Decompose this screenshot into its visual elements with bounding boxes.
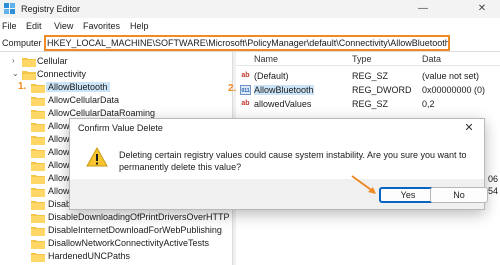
folder-icon [31,97,45,106]
tree-item-label: DisableInternetDownloadForWebPublishing [48,225,222,235]
chevron-down-icon[interactable]: ⌄ [12,69,19,78]
clipped-value-data: 06 [488,174,499,184]
close-button[interactable]: ✕ [467,0,497,18]
value-data: (value not set) [422,71,480,81]
clipped-value-data: 54 [488,186,499,196]
value-row-default[interactable]: ab (Default) REG_SZ (value not set) [236,70,500,83]
column-header-name[interactable]: Name [254,54,278,64]
value-data: 0,2 [422,99,435,109]
menu-edit[interactable]: Edit [26,21,42,31]
folder-icon [31,253,45,262]
string-value-icon: ab [241,100,250,107]
folder-icon [31,214,45,223]
value-type: REG_SZ [352,71,389,81]
tree-item-label: Cellular [37,56,68,66]
menu-file[interactable]: File [2,21,17,31]
tree-item-label: AllowCellularDataRoaming [48,108,156,118]
registry-editor-app-icon [4,3,15,14]
column-header-type[interactable]: Type [352,54,372,64]
tree-item-cellular[interactable]: › Cellular [0,55,232,68]
address-bar: Computer HKEY_LOCAL_MACHINE\SOFTWARE\Mic… [0,34,500,52]
menu-bar: File Edit View Favorites Help [0,18,500,34]
folder-icon [31,188,45,197]
tree-item[interactable]: HardenedUNCPaths [0,250,232,263]
folder-icon [31,201,45,210]
folder-icon [31,84,45,93]
dword-value-icon: 011 [240,85,251,95]
dialog-close-button[interactable]: ✕ [456,120,482,136]
tree-item[interactable]: DisableDownloadingOfPrintDriversOverHTTP [0,211,232,224]
folder-icon [31,149,45,158]
title-bar: Registry Editor — ✕ [0,0,500,18]
folder-icon [31,123,45,132]
menu-favorites[interactable]: Favorites [83,21,120,31]
tree-item-allowbluetooth[interactable]: AllowBluetooth [0,81,232,94]
tree-item-label: AllowCellularData [48,95,120,105]
value-row-allowbluetooth[interactable]: 011 AllowBluetooth REG_DWORD 0x00000000 … [236,84,500,97]
folder-icon [22,58,36,67]
folder-icon [31,227,45,236]
folder-icon [31,240,45,249]
value-data: 0x00000000 (0) [422,85,486,95]
tree-item[interactable]: AllowCellularData [0,94,232,107]
tree-item-label: AllowBluetooth [46,82,110,92]
minimize-button[interactable]: — [408,0,438,18]
window-title: Registry Editor [21,4,81,14]
values-header: Name Type Data [236,52,500,66]
folder-icon [31,110,45,119]
dialog-footer: Yes No [70,179,488,209]
value-type: REG_SZ [352,99,389,109]
tree-item[interactable]: DisableInternetDownloadForWebPublishing [0,224,232,237]
chevron-right-icon[interactable]: › [12,56,15,65]
tree-item[interactable]: DisallowNetworkConnectivityActiveTests [0,237,232,250]
column-header-data[interactable]: Data [422,54,441,64]
value-name: (Default) [254,71,289,81]
tree-item-connectivity[interactable]: ⌄ Connectivity [0,68,232,81]
no-button[interactable]: No [430,187,488,203]
value-row-allowedvalues[interactable]: ab allowedValues REG_SZ 0,2 [236,98,500,111]
value-name: AllowBluetooth [254,85,314,95]
address-path-input[interactable]: HKEY_LOCAL_MACHINE\SOFTWARE\Microsoft\Po… [44,35,450,51]
tree-item-label: DisallowNetworkConnectivityActiveTests [48,238,210,248]
string-value-icon: ab [241,72,250,79]
value-type: REG_DWORD [352,85,412,95]
tree-item-label: DisableDownloadingOfPrintDriversOverHTTP [48,212,230,222]
step-1-annotation: 1. [18,81,27,92]
warning-icon [86,147,108,167]
tree-item-label: HardenedUNCPaths [48,251,131,261]
folder-icon [31,175,45,184]
menu-view[interactable]: View [54,21,73,31]
folder-icon [31,162,45,171]
address-label: Computer [2,38,42,48]
dialog-title-bar: Confirm Value Delete ✕ [70,119,484,137]
yes-button[interactable]: Yes [379,187,437,203]
folder-open-icon [22,71,36,80]
tree-item-label: Connectivity [37,69,87,79]
menu-help[interactable]: Help [130,21,149,31]
dialog-message: Deleting certain registry values could c… [119,150,467,172]
value-name: allowedValues [254,99,312,109]
step-2-annotation: 2. [228,83,237,94]
dialog-title: Confirm Value Delete [78,123,163,133]
folder-icon [31,136,45,145]
confirm-delete-dialog: Confirm Value Delete ✕ Deleting certain … [69,118,488,210]
